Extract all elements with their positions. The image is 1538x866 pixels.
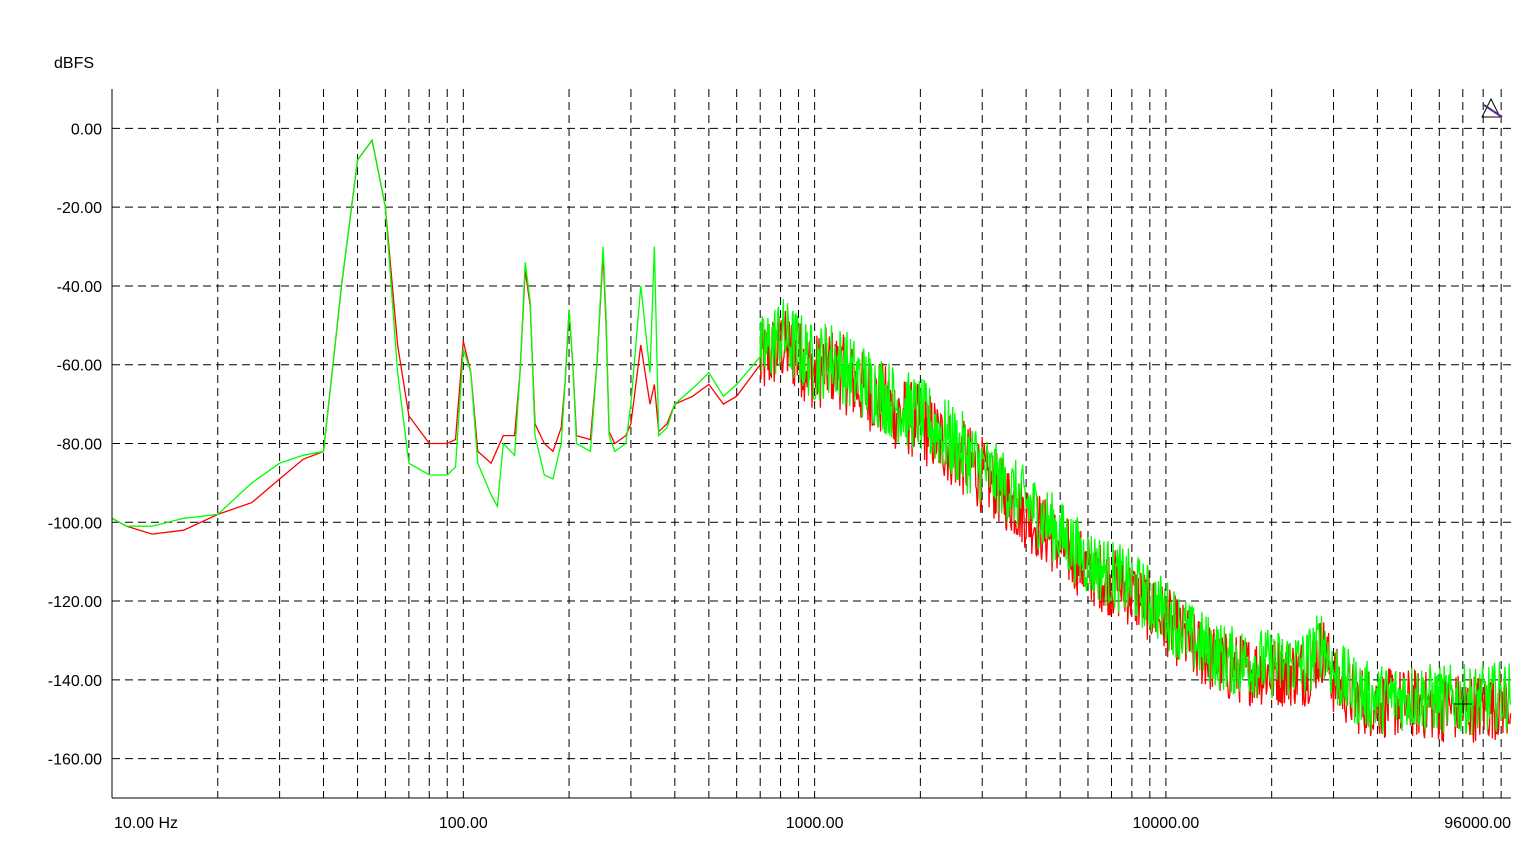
marker-line bbox=[1483, 104, 1503, 118]
series-lines bbox=[111, 138, 1512, 743]
series-line-1 bbox=[111, 138, 1512, 743]
y-tick-label: -40.00 bbox=[57, 279, 102, 296]
y-tick-label: -60.00 bbox=[57, 358, 102, 375]
tick-labels: 0.00 -20.00 -40.00 -60.00 -80.00 -100.00 -120.… bbox=[48, 121, 1511, 832]
y-tick-label: -160.00 bbox=[48, 752, 102, 769]
y-tick-label: -80.00 bbox=[57, 437, 102, 454]
y-tick-label: -140.00 bbox=[48, 673, 102, 690]
x-tick-label: 1000.00 bbox=[786, 815, 844, 832]
spectrum-chart: 0.00 -20.00 -40.00 -60.00 -80.00 -100.00 -120.… bbox=[48, 89, 1512, 832]
grid-lines bbox=[112, 89, 1511, 798]
y-tick-label: 0.00 bbox=[71, 121, 102, 138]
y-tick-label: -120.00 bbox=[48, 594, 102, 611]
y-tick-label: -20.00 bbox=[57, 200, 102, 217]
x-tick-label: 96000.00 bbox=[1444, 815, 1511, 832]
chart-markers bbox=[1454, 97, 1503, 713]
x-tick-label: 10000.00 bbox=[1133, 815, 1200, 832]
x-tick-label: 100.00 bbox=[439, 815, 488, 832]
x-tick-label: 10.00 Hz bbox=[114, 815, 178, 832]
y-tick-label: -100.00 bbox=[48, 515, 102, 532]
